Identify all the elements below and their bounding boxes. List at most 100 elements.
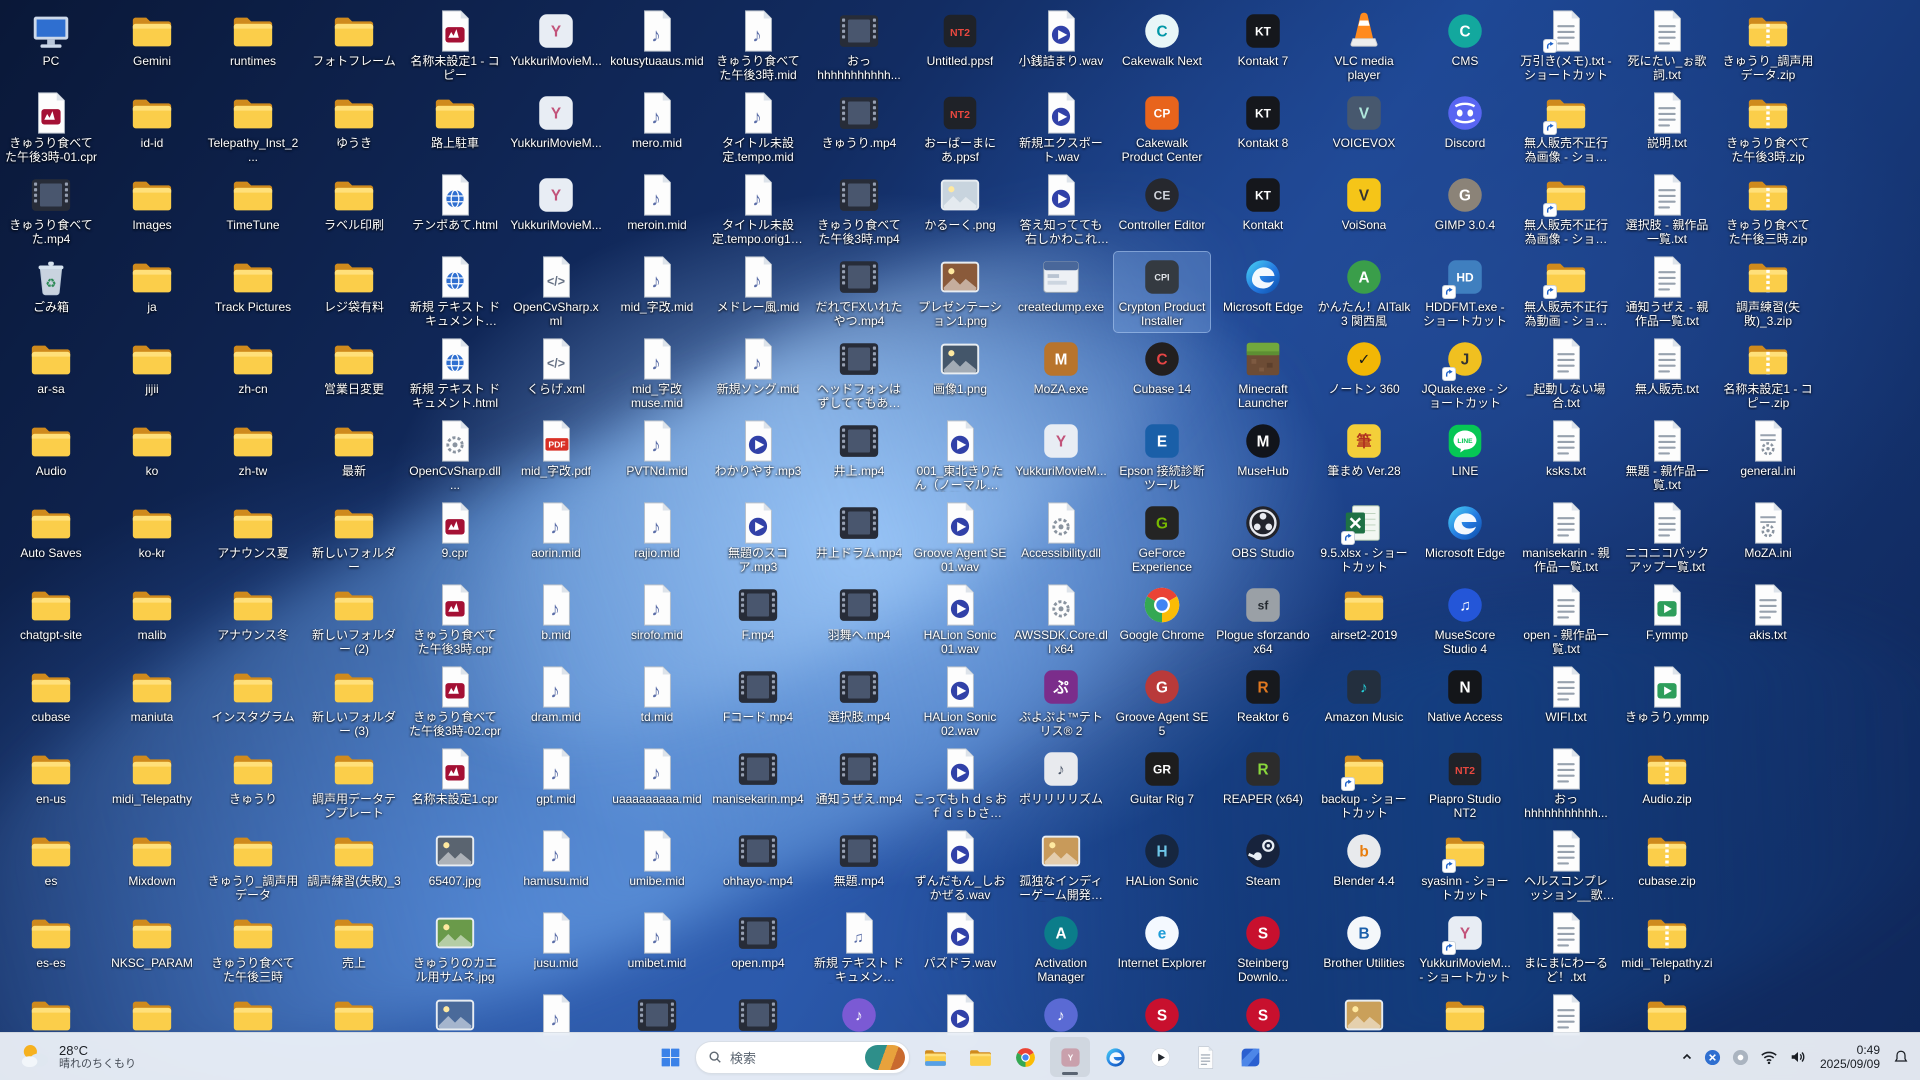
desktop-icon[interactable]: 売上: [306, 908, 402, 988]
desktop-icon[interactable]: open - 親作品一覧.txt: [1518, 580, 1614, 660]
desktop-icon[interactable]: R REAPER (x64): [1215, 744, 1311, 824]
desktop-icon[interactable]: ♪ hamusu.mid: [508, 826, 604, 906]
desktop-icon[interactable]: ♪ td.mid: [609, 662, 705, 742]
desktop-icon[interactable]: PC: [3, 6, 99, 86]
desktop-icon[interactable]: かるーく.png: [912, 170, 1008, 250]
desktop-icon[interactable]: Minecraft Launcher: [1215, 334, 1311, 414]
desktop-icon[interactable]: パズドラ.wav: [912, 908, 1008, 988]
desktop-icon[interactable]: 新規 テキスト ドキュメント.html: [407, 334, 503, 414]
desktop-icon[interactable]: ニコニコバックアップ一覧.txt: [1619, 498, 1715, 578]
tray-app-gray-icon[interactable]: [1727, 1037, 1754, 1077]
desktop-icon[interactable]: LINE LINE: [1417, 416, 1513, 496]
desktop-icon[interactable]: sf Plogue sforzando x64: [1215, 580, 1311, 660]
desktop-icon[interactable]: NT2 Untitled.ppsf: [912, 6, 1008, 86]
taskbar-notepad[interactable]: [1185, 1037, 1225, 1077]
desktop-icon[interactable]: C Cubase 14: [1114, 334, 1210, 414]
desktop-icon[interactable]: Y YukkuriMovieM...: [508, 170, 604, 250]
desktop-icon[interactable]: きゅうり_調声用データ: [205, 826, 301, 906]
desktop-icon[interactable]: テンポあて.html: [407, 170, 503, 250]
desktop-icon[interactable]: 営業日変更: [306, 334, 402, 414]
desktop-icon[interactable]: 答え知ってても右しかわこれい.wav: [1013, 170, 1109, 250]
desktop-icon[interactable]: CPI Crypton Product Installer: [1113, 251, 1211, 333]
desktop-icon[interactable]: NKSC_PARAM: [104, 908, 200, 988]
desktop-icon[interactable]: 調声用データテンプレート: [306, 744, 402, 824]
desktop-icon[interactable]: KT Kontakt 8: [1215, 88, 1311, 168]
desktop-icon[interactable]: TimeTune: [205, 170, 301, 250]
desktop-icon[interactable]: きゅうり食べてた.mp4: [3, 170, 99, 250]
desktop-icon[interactable]: 無人販売不正行為動画 - ショートカット: [1518, 252, 1614, 332]
desktop-icon[interactable]: HALion Sonic 02.wav: [912, 662, 1008, 742]
desktop-icon[interactable]: Track Pictures: [205, 252, 301, 332]
desktop-icon[interactable]: ksks.txt: [1518, 416, 1614, 496]
desktop-icon[interactable]: PDF mid_字改.pdf: [508, 416, 604, 496]
desktop-icon[interactable]: きゅうり食べてた午後三時.zip: [1720, 170, 1816, 250]
desktop-icon[interactable]: ♪ aorin.mid: [508, 498, 604, 578]
desktop-icon[interactable]: ♪ mid_字改.mid: [609, 252, 705, 332]
desktop-icon[interactable]: だれでFXいれたやつ.mp4: [811, 252, 907, 332]
desktop-icon[interactable]: B Brother Utilities: [1316, 908, 1412, 988]
desktop-icon[interactable]: ♪ jusu.mid: [508, 908, 604, 988]
taskbar-yukkuri-movie-maker[interactable]: Y: [1050, 1037, 1090, 1077]
desktop-icon[interactable]: 説明.txt: [1619, 88, 1715, 168]
wifi-icon[interactable]: [1755, 1037, 1783, 1077]
desktop-icon[interactable]: HALion Sonic 01.wav: [912, 580, 1008, 660]
desktop-icon[interactable]: open.mp4: [710, 908, 806, 988]
desktop-icon[interactable]: きゅうり食べてた午後三時: [205, 908, 301, 988]
desktop-icon[interactable]: Gemini: [104, 6, 200, 86]
desktop-icon[interactable]: V VOICEVOX: [1316, 88, 1412, 168]
desktop-icon[interactable]: syasinn - ショートカット: [1417, 826, 1513, 906]
desktop-icon[interactable]: ♪ umibet.mid: [609, 908, 705, 988]
desktop-icon[interactable]: GR Guitar Rig 7: [1114, 744, 1210, 824]
desktop-icon[interactable]: アナウンス夏: [205, 498, 301, 578]
desktop-icon[interactable]: プレゼンテーション1.png: [912, 252, 1008, 332]
desktop-icon[interactable]: きゅうり食べてた午後3時.cpr: [407, 580, 503, 660]
desktop-icon[interactable]: 孤独なインディーゲーム開発者の一生 ...: [1013, 826, 1109, 906]
desktop-icon[interactable]: Microsoft Edge: [1215, 252, 1311, 332]
desktop-icon[interactable]: ♪ Amazon Music: [1316, 662, 1412, 742]
desktop-icon[interactable]: MoZA.ini: [1720, 498, 1816, 578]
desktop-icon[interactable]: ぷぷよぷよ™テトリス® 2: [1013, 662, 1109, 742]
desktop-icon[interactable]: G GeForce Experience: [1114, 498, 1210, 578]
desktop-icon[interactable]: S Steinberg Downlo...: [1215, 908, 1311, 988]
desktop-icon[interactable]: Mixdown: [104, 826, 200, 906]
desktop-icon[interactable]: H HALion Sonic: [1114, 826, 1210, 906]
desktop-icon[interactable]: NT2 Piapro Studio NT2: [1417, 744, 1513, 824]
desktop-icon[interactable]: ♪ uaaaaaaaaa.mid: [609, 744, 705, 824]
desktop-icon[interactable]: 井上ドラム.mp4: [811, 498, 907, 578]
desktop-icon[interactable]: malib: [104, 580, 200, 660]
desktop-icon[interactable]: ♪ kotusytuaaus.mid: [609, 6, 705, 86]
desktop-icon[interactable]: 羽舞へ.mp4: [811, 580, 907, 660]
desktop-icon[interactable]: G Groove Agent SE 5: [1114, 662, 1210, 742]
desktop-icon[interactable]: Microsoft Edge: [1417, 498, 1513, 578]
desktop-icon[interactable]: manisekarin - 親作品一覧.txt: [1518, 498, 1614, 578]
desktop-icon[interactable]: OpenCvSharp.dll...: [407, 416, 503, 496]
desktop-icon[interactable]: きゅうり.mp4: [811, 88, 907, 168]
desktop-icon[interactable]: ♪ 新規ソング.mid: [710, 334, 806, 414]
desktop-icon[interactable]: ♪ PVTNd.mid: [609, 416, 705, 496]
desktop-icon[interactable]: C Cakewalk Next: [1114, 6, 1210, 86]
desktop-icon[interactable]: es-es: [3, 908, 99, 988]
desktop-icon[interactable]: J JQuake.exe - ショートカット: [1417, 334, 1513, 414]
desktop-icon[interactable]: VLC media player: [1316, 6, 1412, 86]
desktop-icon[interactable]: ♪ meroin.mid: [609, 170, 705, 250]
desktop-icon[interactable]: F.mp4: [710, 580, 806, 660]
desktop-icon[interactable]: midi_Telepathy: [104, 744, 200, 824]
desktop-icon[interactable]: ヘッドフォンはずしててもあがった.mp4: [811, 334, 907, 414]
desktop-icon[interactable]: Groove Agent SE 01.wav: [912, 498, 1008, 578]
desktop-icon[interactable]: cubase.zip: [1619, 826, 1715, 906]
desktop-icon[interactable]: ko: [104, 416, 200, 496]
desktop-icon[interactable]: ♪ rajio.mid: [609, 498, 705, 578]
taskbar-file-explorer[interactable]: [915, 1037, 955, 1077]
desktop-icon[interactable]: es: [3, 826, 99, 906]
desktop-icon[interactable]: きゅうり_調声用データ.zip: [1720, 6, 1816, 86]
desktop-icon[interactable]: KT Kontakt: [1215, 170, 1311, 250]
desktop-icon[interactable]: maniuta: [104, 662, 200, 742]
desktop-icon[interactable]: 名称未設定1 - コピー.zip: [1720, 334, 1816, 414]
desktop-icon[interactable]: きゅうりのカエル用サムネ.jpg: [407, 908, 503, 988]
desktop-icon[interactable]: 無題のスコア.mp3: [710, 498, 806, 578]
desktop-icon[interactable]: ♫ MuseScore Studio 4: [1417, 580, 1513, 660]
desktop-icon[interactable]: id-id: [104, 88, 200, 168]
desktop-icon[interactable]: まにまにわーるど！.txt: [1518, 908, 1614, 988]
desktop-icon[interactable]: ♪ ポリリリリズム: [1013, 744, 1109, 824]
desktop-icon[interactable]: AWSSDK.Core.dll x64: [1013, 580, 1109, 660]
